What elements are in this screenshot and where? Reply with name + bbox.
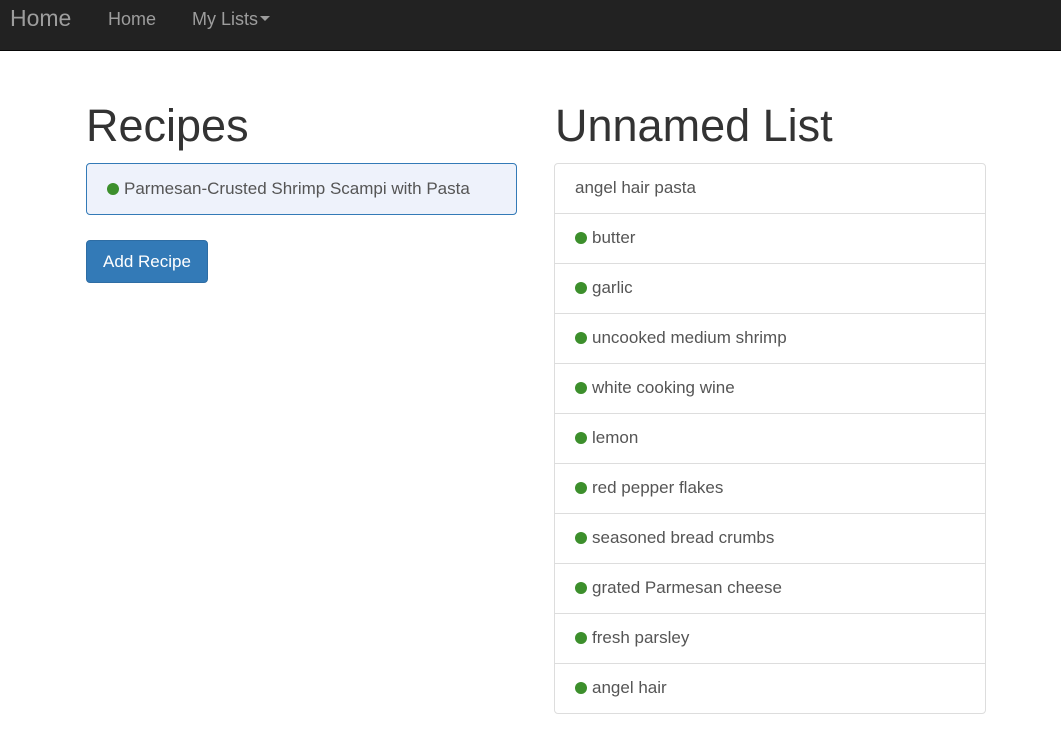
list-item[interactable]: butter [555,213,985,263]
list-item[interactable]: fresh parsley [555,613,985,663]
list-item-label: seasoned bread crumbs [592,528,775,547]
navbar-brand-home[interactable]: Home [10,5,71,31]
list-item[interactable]: red pepper flakes [555,463,985,513]
list-item[interactable]: angel hair [555,663,985,713]
list-heading: Unnamed List [555,100,833,151]
list-item-label: garlic [592,278,633,297]
nav-dropdown-label: My Lists [192,9,259,29]
list-item-label: red pepper flakes [592,478,724,497]
status-dot-icon [575,582,587,594]
list-item[interactable]: garlic [555,263,985,313]
list-item-label: butter [592,228,636,247]
list-item-label: uncooked medium shrimp [592,328,787,347]
list-item-label: angel hair pasta [575,178,696,197]
recipes-heading: Recipes [86,100,249,151]
list-item-label: grated Parmesan cheese [592,578,782,597]
list-item[interactable]: white cooking wine [555,363,985,413]
status-dot-icon [575,432,587,444]
add-recipe-button[interactable]: Add Recipe [86,240,208,283]
status-dot-icon [575,632,587,644]
status-dot-icon [575,682,587,694]
list-item-label: lemon [592,428,639,447]
nav-dropdown-my-lists[interactable]: My Lists [192,9,271,29]
status-dot-icon [575,382,587,394]
list-item[interactable]: grated Parmesan cheese [555,563,985,613]
status-dot-icon [575,282,587,294]
status-dot-icon [575,332,587,344]
list-item-label: white cooking wine [592,378,735,397]
recipe-item[interactable]: Parmesan-Crusted Shrimp Scampi with Past… [86,163,517,215]
status-dot-icon [575,532,587,544]
status-dot-icon [575,232,587,244]
ingredient-list: angel hair pasta butter garlic uncooked … [554,163,986,714]
list-item-label: fresh parsley [592,628,690,647]
list-item-label: angel hair [592,678,667,697]
top-navbar: Home Home My Lists [0,0,1061,51]
caret-down-icon [260,15,271,21]
status-dot-icon [575,482,587,494]
list-item[interactable]: seasoned bread crumbs [555,513,985,563]
status-dot-icon [107,183,119,195]
recipe-item-label: Parmesan-Crusted Shrimp Scampi with Past… [124,179,470,198]
list-item[interactable]: uncooked medium shrimp [555,313,985,363]
list-item[interactable]: lemon [555,413,985,463]
nav-link-home[interactable]: Home [108,9,156,29]
list-item[interactable]: angel hair pasta [555,164,985,213]
